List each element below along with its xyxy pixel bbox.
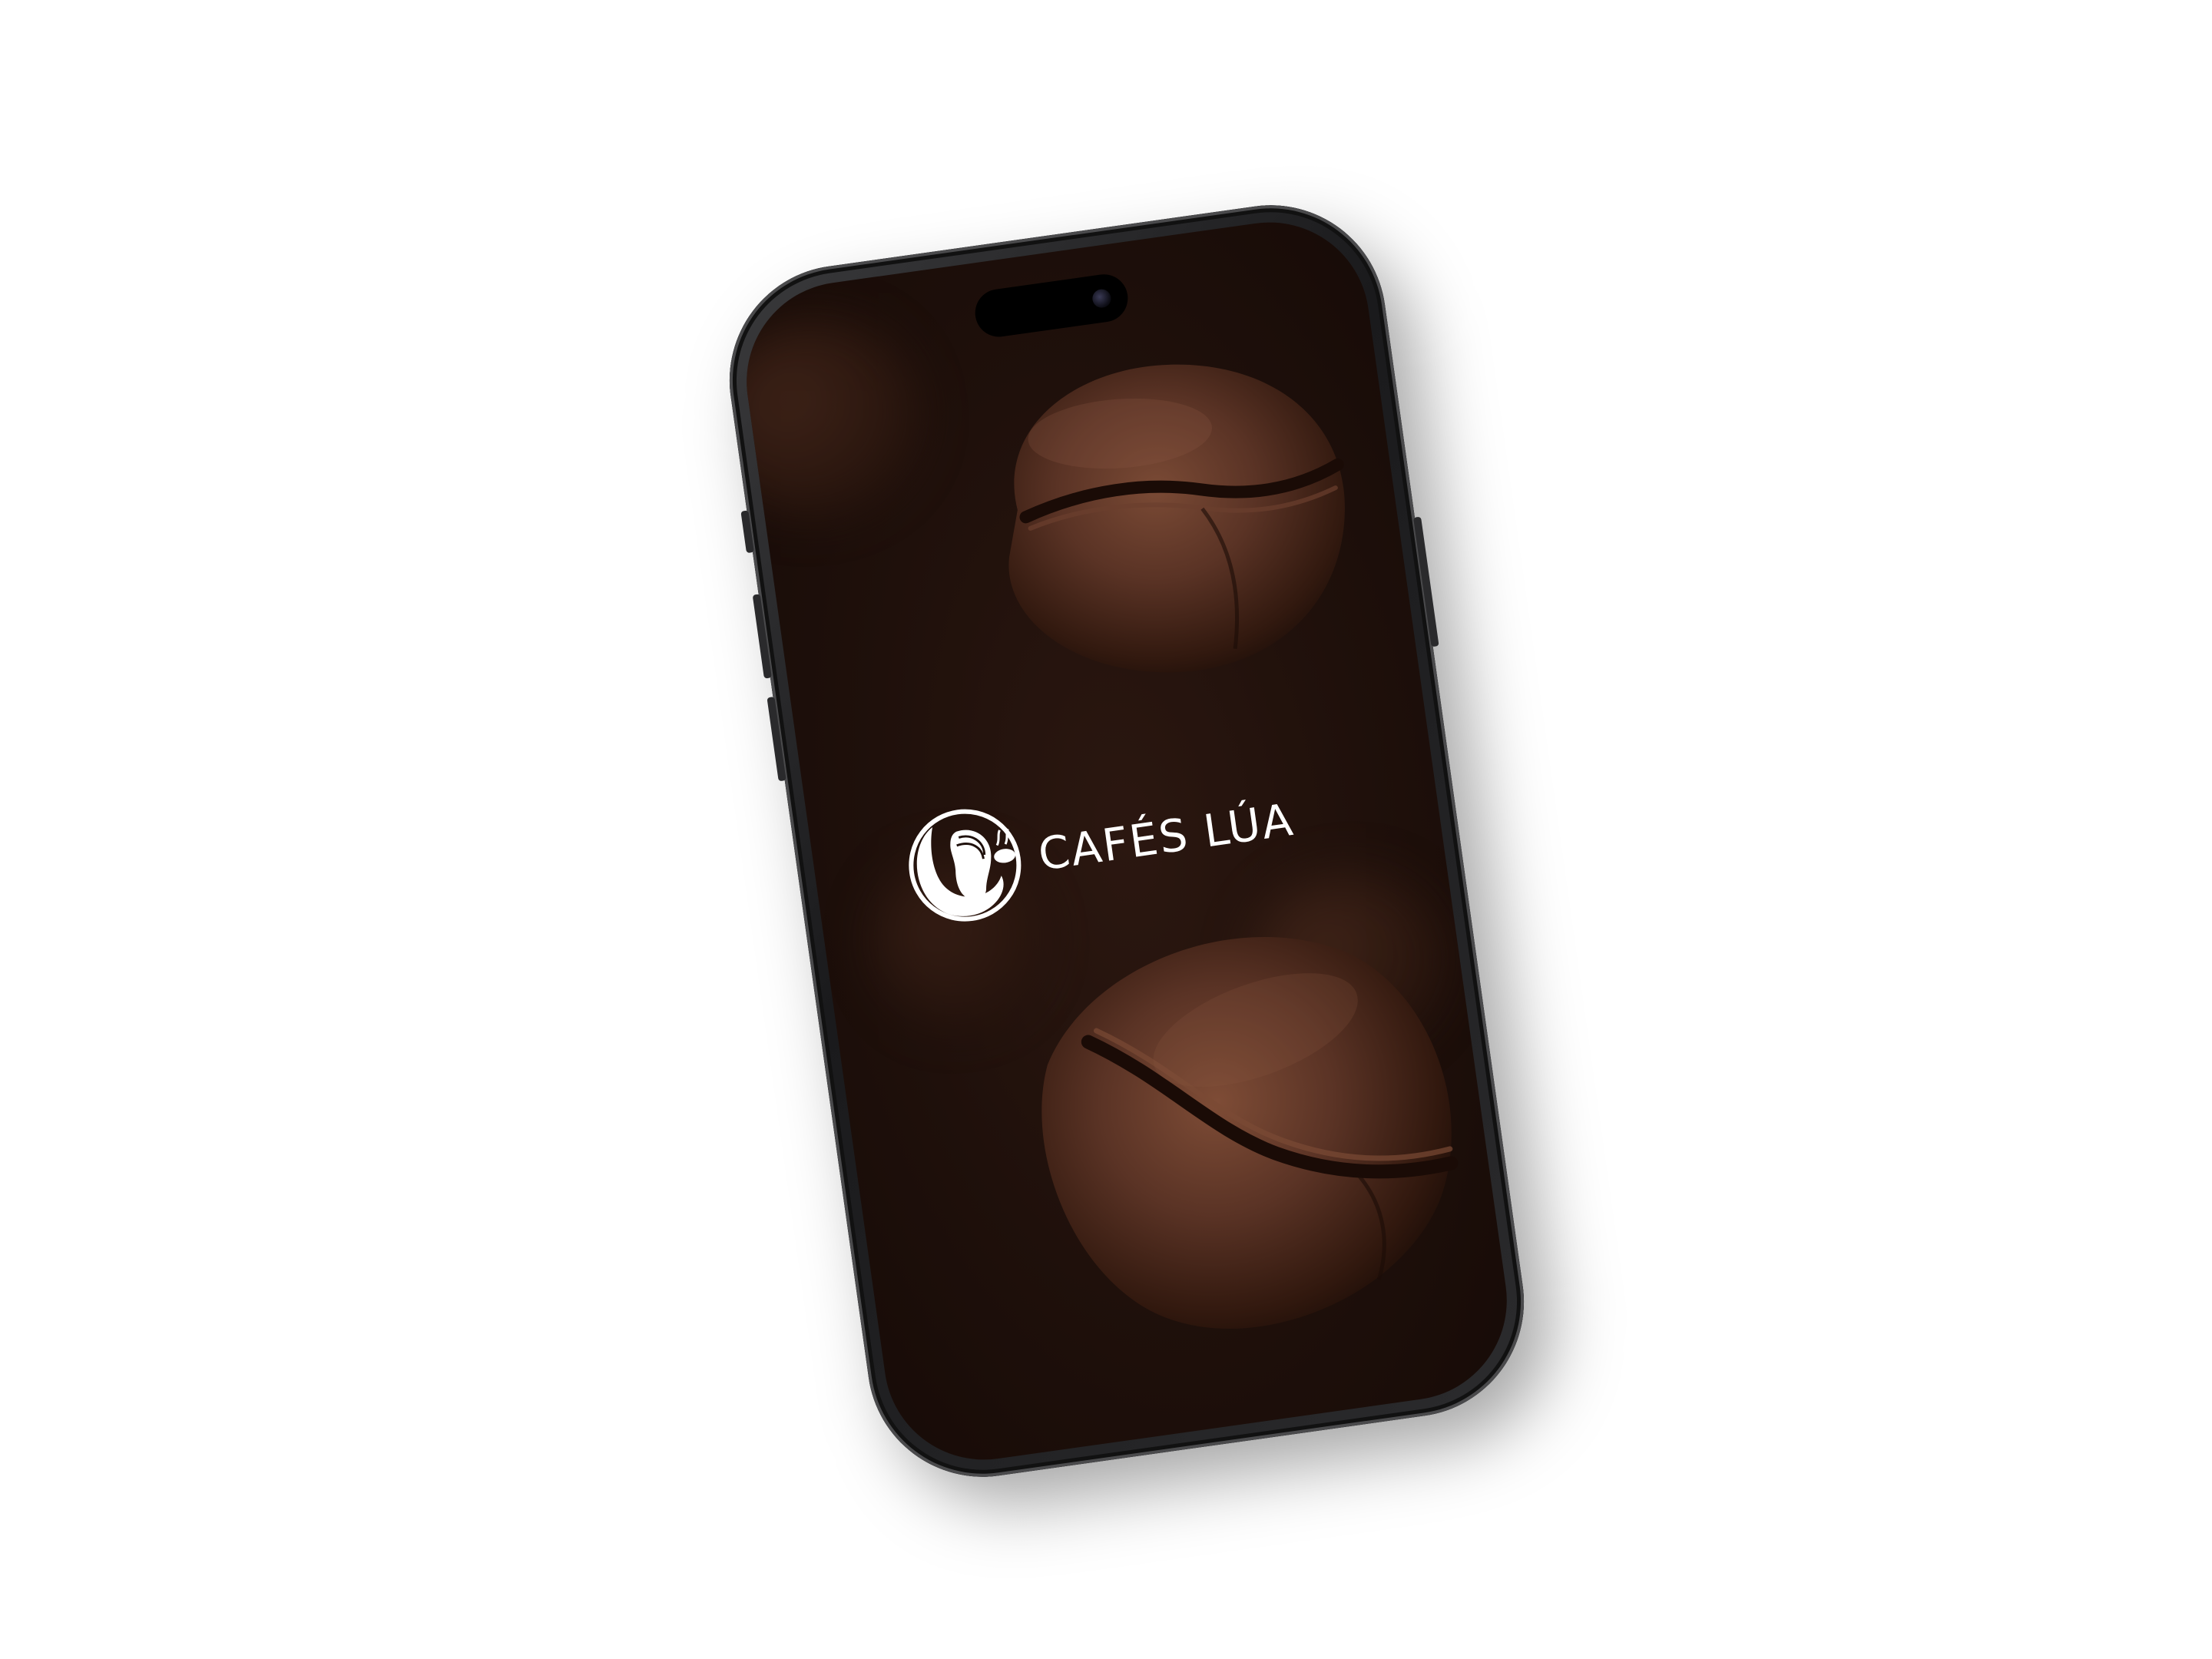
coffee-bean-image-top (1008, 364, 1345, 673)
phone-mockup: CAFÉS LÚA (714, 190, 1566, 1519)
brand-name: CAFÉS LÚA (1035, 793, 1297, 881)
woman-profile-crescent-moon-coffee-cup-logo (909, 809, 1022, 922)
volume-up-button (752, 594, 772, 679)
dynamic-island (972, 271, 1131, 340)
action-button (740, 510, 754, 554)
mockup-stage: CAFÉS LÚA (0, 0, 2212, 1659)
background-blurred-bean (733, 303, 934, 531)
volume-down-button (767, 696, 786, 782)
front-camera-icon (1091, 288, 1112, 310)
